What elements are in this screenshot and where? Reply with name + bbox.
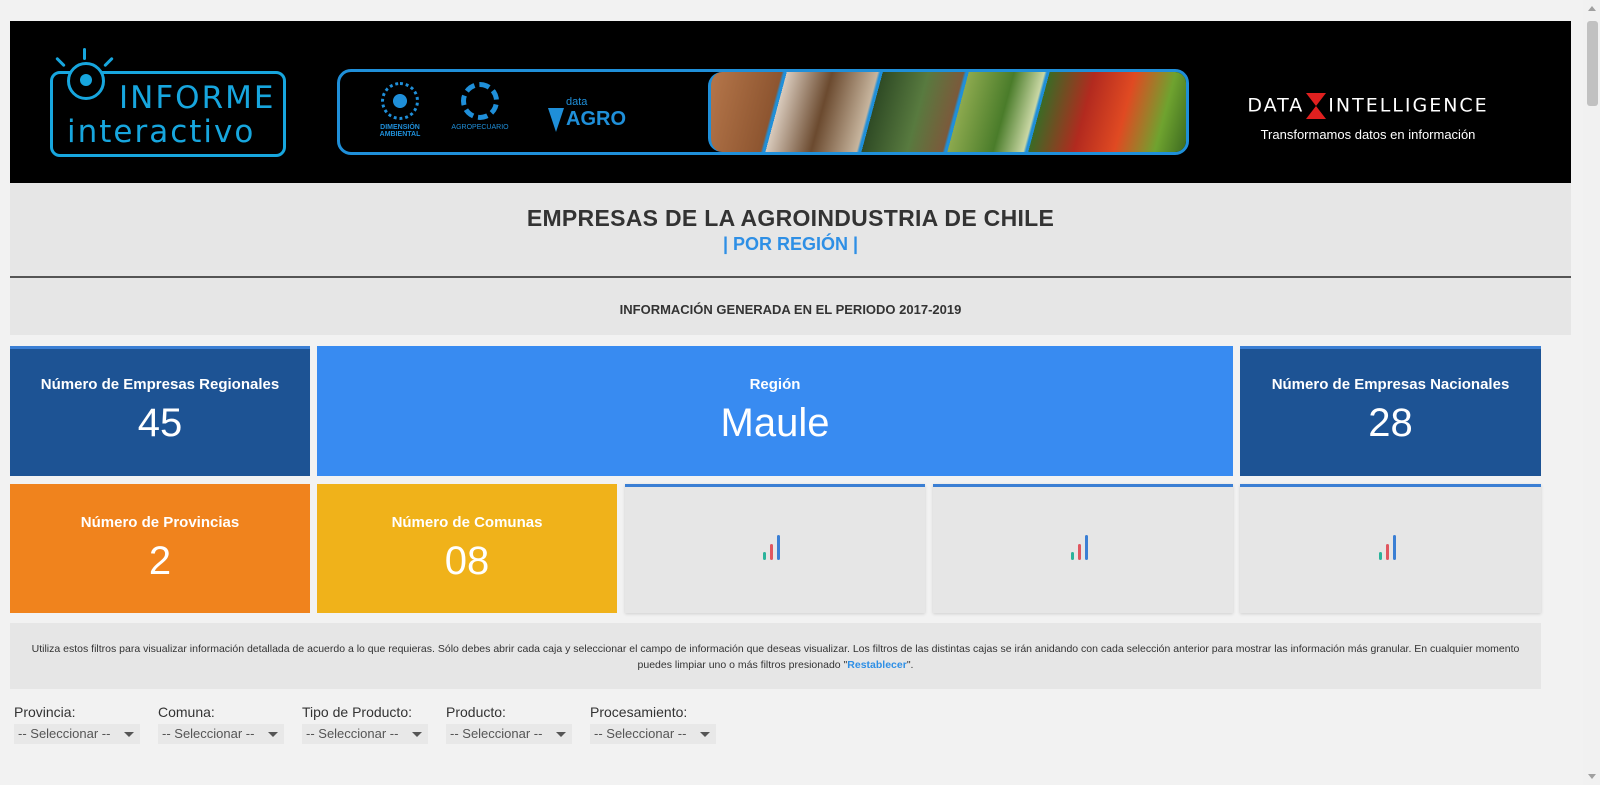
informe-interactivo-logo: INFORME interactivo (50, 48, 286, 157)
hourglass-icon (1306, 93, 1327, 119)
di-tagline: Transformamos datos en información (1260, 127, 1476, 142)
reset-link[interactable]: Restablecer (847, 659, 907, 671)
kpi-provinces: Número de Provincias 2 (10, 484, 310, 613)
kpi-region: Región Maule (317, 346, 1233, 476)
kpi-label: Región (749, 376, 801, 393)
kpi-value: Maule (720, 401, 830, 445)
filter-provincia: Provincia: -- Seleccionar -- (14, 704, 144, 744)
filter-producto: Producto: -- Seleccionar -- (446, 704, 576, 744)
filter-procesamiento: Procesamiento: -- Seleccionar -- (590, 704, 720, 744)
logo-text-line1: INFORME (119, 80, 276, 116)
kpi-value: 08 (444, 539, 490, 583)
kpi-value: 45 (137, 401, 183, 445)
filter-instructions: Utiliza estos filtros para visualizar in… (10, 623, 1541, 689)
comuna-select[interactable]: -- Seleccionar -- (158, 724, 284, 744)
dimension-ambiental-logo: DIMENSIÓN AMBIENTAL (370, 82, 430, 138)
bar-chart-icon (1071, 534, 1095, 560)
kpi-loading-card (1240, 484, 1541, 613)
agropecuario-logo: AGROPECUARIO (448, 82, 512, 131)
scrollbar-thumb[interactable] (1587, 21, 1598, 106)
period-info: INFORMACIÓN GENERADA EN EL PERIODO 2017-… (10, 278, 1571, 335)
title-section: EMPRESAS DE LA AGROINDUSTRIA DE CHILE | … (10, 183, 1571, 276)
partner1-label: DIMENSIÓN AMBIENTAL (379, 124, 421, 138)
producto-select[interactable]: -- Seleccionar -- (446, 724, 572, 744)
page-subtitle: | POR REGIÓN | (722, 234, 859, 254)
filter-label: Producto: (446, 704, 506, 720)
procesamiento-select[interactable]: -- Seleccionar -- (590, 724, 716, 744)
vertical-scrollbar[interactable] (1583, 0, 1600, 785)
bar-chart-icon (1378, 534, 1403, 560)
kpi-value: 28 (1368, 401, 1413, 445)
kpi-loading-card (625, 484, 925, 613)
scroll-down-icon[interactable] (1588, 774, 1596, 779)
data-intelligence-logo: DATA INTELLIGENCE Transformamos datos en … (1238, 93, 1498, 142)
kpi-label: Número de Empresas Regionales (40, 376, 280, 393)
page-title: EMPRESAS DE LA AGROINDUSTRIA DE CHILE (526, 205, 1055, 231)
filter-label: Comuna: (158, 704, 215, 720)
logo-text-line2: interactivo (67, 114, 256, 150)
filter-label: Tipo de Producto: (302, 704, 412, 720)
partner-strip: DIMENSIÓN AMBIENTAL AGROPECUARIO data AG… (337, 69, 1189, 155)
partner2-label: AGROPECUARIO (451, 124, 509, 131)
di-word-right: INTELLIGENCE (1328, 94, 1489, 117)
instructions-text: Utiliza estos filtros para visualizar in… (31, 643, 1520, 671)
filter-label: Procesamiento: (590, 704, 688, 720)
filter-label: Provincia: (14, 704, 76, 720)
dataagro-small: data (566, 96, 588, 108)
provincia-select[interactable]: -- Seleccionar -- (14, 724, 140, 744)
kpi-national-companies: Número de Empresas Nacionales 28 (1240, 346, 1541, 476)
kpi-label: Número de Empresas Nacionales (1271, 376, 1510, 393)
kpi-label: Número de Comunas (391, 514, 543, 531)
triangle-icon (548, 108, 564, 132)
lightbulb-icon (67, 62, 105, 100)
di-word-left: DATA (1247, 94, 1305, 117)
dataagro-big: AGRO (566, 108, 626, 130)
header-banner: INFORME interactivo DIMENSIÓN AMBIENTAL … (10, 21, 1571, 183)
tipo-producto-select[interactable]: -- Seleccionar -- (302, 724, 428, 744)
kpi-value: 2 (148, 539, 172, 583)
kpi-label: Número de Provincias (80, 514, 240, 531)
kpi-loading-card (933, 484, 1233, 613)
instructions-tail: ". (906, 659, 914, 671)
kpi-communes: Número de Comunas 08 (317, 484, 617, 613)
bar-chart-icon (763, 534, 787, 560)
agro-photo-collage (708, 72, 1186, 152)
page: INFORME interactivo DIMENSIÓN AMBIENTAL … (10, 21, 1571, 744)
scroll-up-icon[interactable] (1588, 6, 1596, 11)
kpi-regional-companies: Número de Empresas Regionales 45 (10, 346, 310, 476)
filter-tipo-producto: Tipo de Producto: -- Seleccionar -- (302, 704, 432, 744)
filter-comuna: Comuna: -- Seleccionar -- (158, 704, 288, 744)
sun-emblem-icon (381, 82, 419, 120)
gear-icon (461, 82, 499, 120)
